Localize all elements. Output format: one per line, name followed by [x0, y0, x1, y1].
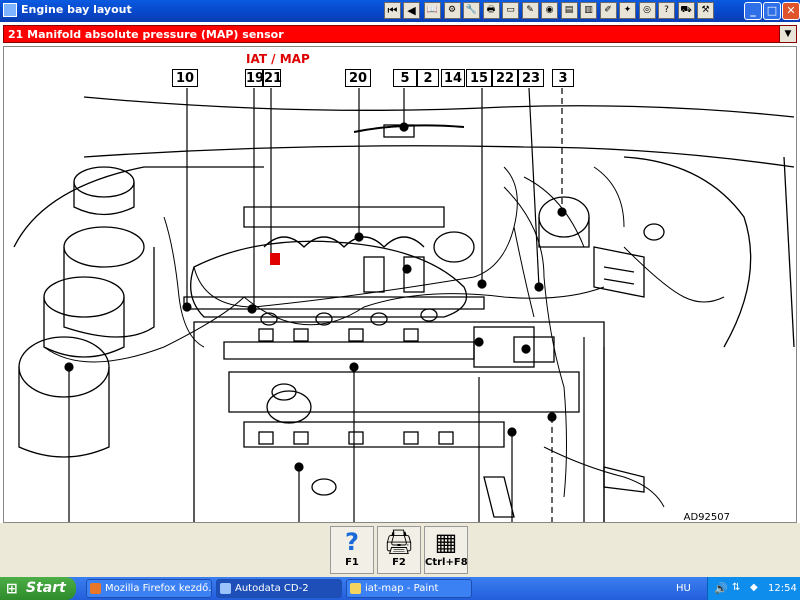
car-icon[interactable]: ⛟: [677, 2, 695, 19]
start-label: Start: [26, 580, 66, 596]
callout-10[interactable]: 10: [172, 69, 198, 87]
callout-15[interactable]: 15: [466, 69, 492, 87]
wrench-icon[interactable]: 🔧: [463, 2, 480, 19]
callout-14[interactable]: 14: [441, 69, 465, 87]
help-icon[interactable]: ?: [658, 2, 675, 19]
minimize-button[interactable]: _: [744, 2, 762, 20]
taskbar-item-autodata[interactable]: Autodata CD-2: [216, 579, 342, 598]
tool-icon[interactable]: ⚒: [697, 2, 714, 19]
f1-label: F1: [345, 557, 359, 568]
print-f2-button[interactable]: 🖨 F2: [377, 526, 421, 574]
volume-icon[interactable]: 🔊: [714, 582, 728, 595]
engine-bay-drawing: [13, 87, 795, 522]
edit-icon[interactable]: ✐: [599, 2, 617, 19]
callout-5[interactable]: 5: [393, 69, 417, 87]
component-selector[interactable]: 21 Manifold absolute pressure (MAP) sens…: [3, 25, 797, 43]
document-icon[interactable]: ▥: [580, 2, 597, 19]
component-label: 21 Manifold absolute pressure (MAP) sens…: [8, 28, 284, 41]
shield-icon[interactable]: ◆: [750, 582, 758, 593]
callout-19[interactable]: 19: [245, 69, 264, 87]
taskbar-item-firefox[interactable]: Mozilla Firefox kezdő...: [86, 579, 212, 598]
printer-icon: 🖨: [383, 528, 415, 556]
firefox-icon: [90, 583, 101, 594]
question-icon: ?: [345, 528, 359, 556]
previous-page-button[interactable]: ◀: [403, 2, 420, 19]
camera-icon[interactable]: ◎: [638, 2, 656, 19]
engine-diagram: IAT / MAP 10 19 21 20 5 2 14 15 22 23 3 AD92507: [3, 46, 797, 523]
spanner-icon[interactable]: ✎: [521, 2, 539, 19]
book-icon[interactable]: 📖: [424, 2, 441, 19]
map-sensor-highlight[interactable]: [270, 253, 280, 265]
battery-icon[interactable]: ▭: [502, 2, 519, 19]
maximize-button[interactable]: □: [763, 2, 781, 20]
callout-20[interactable]: 20: [345, 69, 371, 87]
callout-21[interactable]: 21: [263, 69, 282, 87]
callout-22[interactable]: 22: [492, 69, 518, 87]
diagram-code: AD92507: [683, 512, 730, 523]
iat-map-label: IAT / MAP: [246, 52, 310, 66]
network-icon[interactable]: ⇅: [732, 582, 740, 593]
title-bar: Engine bay layout ⏮ ◀ 📖 ⚙ 🔧 🖶 ▭ ✎ ◉ ▤ ▥ ✐ ✦ ◎? ⛟ ⚒ _ …: [0, 0, 800, 22]
f2-label: F2: [392, 557, 406, 568]
callout-2[interactable]: 2: [417, 69, 439, 87]
paint-icon: [350, 583, 361, 594]
clock: 12:54: [768, 583, 797, 594]
gear-icon[interactable]: ⚙: [443, 2, 461, 19]
function-key-bar: ? F1 🖨 F2 ▦ Ctrl+F8: [0, 523, 800, 577]
help-f1-button[interactable]: ? F1: [330, 526, 374, 574]
task-label: Mozilla Firefox kezdő...: [105, 583, 212, 594]
oil-icon[interactable]: ◉: [541, 2, 558, 19]
language-indicator[interactable]: HU: [676, 583, 691, 594]
callout-3[interactable]: 3: [552, 69, 574, 87]
task-label: Autodata CD-2: [235, 583, 309, 594]
close-button[interactable]: ✕: [782, 2, 800, 20]
taskbar: ⊞ Start Mozilla Firefox kezdő... Autodat…: [0, 577, 800, 600]
app-icon: [3, 3, 17, 17]
task-label: iat-map - Paint: [365, 583, 439, 594]
window-title: Engine bay layout: [21, 3, 132, 16]
first-page-button[interactable]: ⏮: [384, 2, 401, 19]
autodata-icon: [220, 583, 231, 594]
callout-23[interactable]: 23: [518, 69, 544, 87]
windows-flag-icon: ⊞: [6, 581, 18, 597]
clipboard-icon[interactable]: ▤: [560, 2, 578, 19]
ctrl-f8-button[interactable]: ▦ Ctrl+F8: [424, 526, 468, 574]
bulb-icon[interactable]: ✦: [619, 2, 636, 19]
taskbar-item-paint[interactable]: iat-map - Paint: [346, 579, 472, 598]
ctrl-f8-label: Ctrl+F8: [425, 557, 468, 568]
system-tray: HU 🔊 ⇅ ◆ 12:54: [676, 577, 800, 600]
start-button[interactable]: ⊞ Start: [0, 577, 76, 600]
print-icon[interactable]: 🖶: [482, 2, 500, 19]
table-icon: ▦: [434, 528, 458, 556]
chevron-down-icon[interactable]: ▼: [779, 26, 796, 42]
